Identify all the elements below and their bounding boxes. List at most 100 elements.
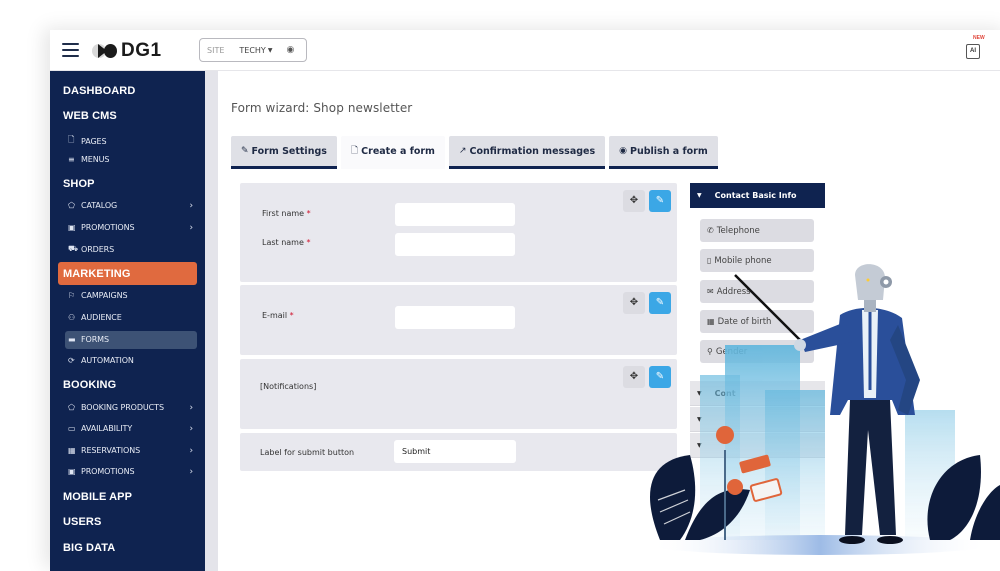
sidebar-item-booking-products[interactable]: ⬠ BOOKING PRODUCTS › [68,403,198,413]
sidebar-item-label: PROMOTIONS [81,223,135,232]
sidebar-item-label: ORDERS [81,244,115,254]
sidebar-section-booking[interactable]: BOOKING [63,379,116,391]
palette-item-gender[interactable]: ⚲ Gender [700,340,814,363]
palette-section-collapsed[interactable]: ▼ Cont [690,381,825,406]
sidebar-section-users[interactable]: USERS [63,516,101,528]
email-label: E-mail * [262,311,294,320]
form-block-submit[interactable]: Label for submit button [240,433,677,471]
palette-section-collapsed[interactable]: ▼ [690,407,825,432]
submit-label-input[interactable] [394,440,516,463]
palette-section-collapsed[interactable]: ▼ [690,433,825,458]
site-picker[interactable]: SITE TECHY ▼ ◉ [199,38,307,62]
chevron-right-icon: › [189,445,194,456]
palette-header-label: Contact Basic Info [714,191,797,200]
main-content: Form wizard: Shop newsletter ✎ Form Sett… [218,71,1000,571]
sidebar-section-shop[interactable]: SHOP [63,178,95,190]
site-label: SITE [207,45,225,55]
sidebar-item-automation[interactable]: ⟳ AUTOMATION [68,356,198,365]
sidebar-item-label: BOOKING PRODUCTS [81,403,164,412]
tab-label: Publish a form [630,145,708,157]
tab-label: Create a form [361,145,435,157]
sidebar-section-marketing[interactable]: MARKETING [63,268,131,280]
sidebar-section-big-data[interactable]: BIG DATA [63,542,115,554]
last-name-label: Last name * [262,238,310,247]
sidebar-item-orders[interactable]: ⛟ ORDERS [68,244,198,254]
sidebar-item-forms[interactable]: ▬ FORMS [68,335,198,344]
gift-icon: ▣ [68,467,76,476]
calendar-icon: ▦ [707,317,715,326]
sidebar-item-label: AUTOMATION [81,356,134,365]
edit-block-button[interactable]: ✎ [649,190,671,212]
move-handle-icon[interactable]: ✥ [623,292,645,314]
submit-label: Label for submit button [260,448,355,457]
edit-icon: ✎ [241,146,249,156]
chevron-right-icon: › [189,423,194,434]
move-handle-icon[interactable]: ✥ [623,190,645,212]
calendar-grid-icon: ▦ [68,446,76,455]
ai-assistant-button[interactable]: NEW AI [965,35,985,62]
sidebar-section-mobile-app[interactable]: MOBILE APP [63,491,132,503]
move-handle-icon[interactable]: ✥ [623,366,645,388]
sidebar-section-web-cms[interactable]: WEB CMS [63,110,117,122]
sidebar-item-menus[interactable]: ≡ MENUS [68,155,198,164]
palette-section-contact-basic-info[interactable]: ▼ Contact Basic Info [690,183,825,208]
page-icon: 🗋 [350,146,359,156]
first-name-input[interactable] [395,203,515,226]
last-name-input[interactable] [395,233,515,256]
phone-icon: ✆ [707,226,714,235]
palette-item-telephone[interactable]: ✆ Telephone [700,219,814,242]
sidebar-item-catalog[interactable]: ⬠ CATALOG › [68,200,198,211]
tab-publish-a-form[interactable]: ◉ Publish a form [609,136,718,169]
sidebar-item-availability[interactable]: ▭ AVAILABILITY › [68,423,198,434]
sidebar-item-reservations[interactable]: ▦ RESERVATIONS › [68,445,198,456]
sidebar: DASHBOARD WEB CMS 🗋 PAGES ≡ MENUS SHOP ⬠… [50,71,205,571]
form-block-notifications[interactable]: [Notifications] ✥ ✎ [240,359,677,429]
sidebar-item-label: RESERVATIONS [81,446,141,455]
form-block-email[interactable]: E-mail * ✥ ✎ [240,285,677,355]
logo-mark-icon [92,42,118,60]
ai-document-icon: AI [966,44,980,59]
envelope-icon: ✉ [707,287,714,296]
palette-item-address[interactable]: ✉ Address [700,280,814,303]
hamburger-menu-icon[interactable] [62,43,79,57]
top-bar: DG1 SITE TECHY ▼ ◉ NEW AI [50,30,1000,71]
form-icon: ▬ [68,335,76,344]
label-text: E-mail [262,311,288,320]
chevron-right-icon: › [189,200,194,211]
new-badge: NEW [973,35,985,41]
sidebar-item-label: AVAILABILITY [81,424,133,433]
email-input[interactable] [395,306,515,329]
wizard-tabs: ✎ Form Settings 🗋 Create a form ↗ Confir… [231,136,722,169]
cart-icon: ⛟ [68,244,78,253]
sidebar-item-campaigns[interactable]: ⚐ CAMPAIGNS [68,291,198,300]
gender-icon: ⚲ [707,347,713,356]
palette-item-label: Date of birth [717,316,772,327]
caret-down-icon: ▼ [697,192,702,199]
label-text: Last name [262,238,304,247]
caret-down-icon: ▼ [697,441,702,449]
site-select[interactable]: TECHY [239,46,265,55]
gift-icon: ▣ [68,223,76,232]
sidebar-section-dashboard[interactable]: DASHBOARD [63,85,135,97]
form-block-name[interactable]: First name * Last name * ✥ ✎ [240,183,677,282]
users-icon: ⚇ [68,313,76,322]
sidebar-item-label: CAMPAIGNS [81,291,128,300]
chevron-right-icon: › [189,222,194,233]
palette-item-date-of-birth[interactable]: ▦ Date of birth [700,310,814,333]
palette-item-mobile-phone[interactable]: ▯ Mobile phone [700,249,814,272]
edit-block-button[interactable]: ✎ [649,366,671,388]
menu-icon: ≡ [68,155,75,164]
eye-icon[interactable]: ◉ [286,45,294,55]
sidebar-item-pages[interactable]: 🗋 PAGES [68,134,198,148]
sidebar-item-booking-promotions[interactable]: ▣ PROMOTIONS › [68,467,198,477]
edit-block-button[interactable]: ✎ [649,292,671,314]
label-text: First name [262,209,305,218]
tag-icon: ⬠ [68,403,75,412]
first-name-label: First name * [262,209,311,218]
tab-create-a-form[interactable]: 🗋 Create a form [340,136,445,169]
tab-confirmation-messages[interactable]: ↗ Confirmation messages [448,136,606,169]
sidebar-item-audience[interactable]: ⚇ AUDIENCE [68,313,198,322]
sidebar-item-promotions[interactable]: ▣ PROMOTIONS › [68,222,198,233]
tab-form-settings[interactable]: ✎ Form Settings [231,136,337,169]
logo[interactable]: DG1 [92,40,162,62]
